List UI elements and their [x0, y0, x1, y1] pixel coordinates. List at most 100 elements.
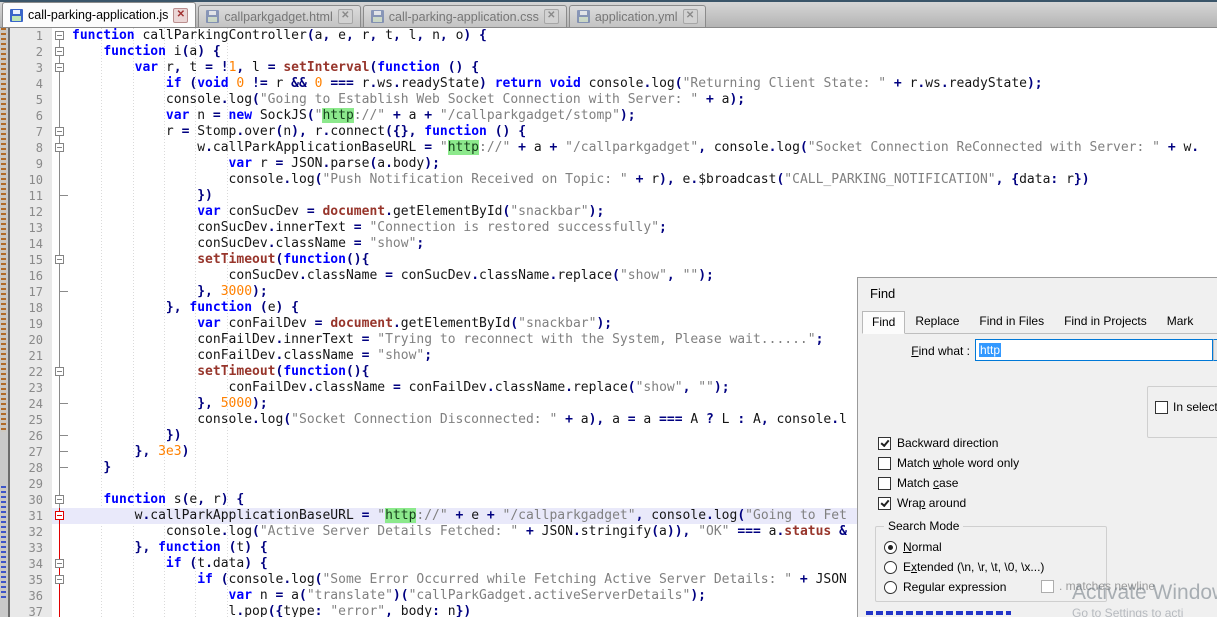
fold-marker[interactable]	[52, 572, 68, 588]
fold-marker[interactable]	[52, 332, 68, 348]
code-text[interactable]: var conSucDev = document.getElementById(…	[68, 204, 1217, 220]
fold-marker[interactable]	[52, 540, 68, 556]
fold-marker[interactable]	[52, 124, 68, 140]
tab-close-icon[interactable]: ✕	[338, 9, 353, 24]
code-text[interactable]: var n = new SockJS("http://" + a + "/cal…	[68, 108, 1217, 124]
fold-marker[interactable]	[52, 300, 68, 316]
checkbox[interactable]	[1155, 401, 1168, 414]
fold-marker[interactable]	[52, 316, 68, 332]
fold-marker[interactable]	[52, 92, 68, 108]
tab-call-parking-application.css[interactable]: call-parking-application.css✕	[363, 5, 567, 27]
search-mode-Extended (\n, \r, \t, \0, \x...)[interactable]: Extended (\n, \r, \t, \0, \x...)	[884, 559, 1044, 575]
code-line[interactable]: 1function callParkingController(a, e, r,…	[10, 28, 1217, 44]
tab-close-icon[interactable]: ✕	[683, 9, 698, 24]
fold-marker[interactable]	[52, 284, 68, 300]
tab-close-icon[interactable]: ✕	[173, 8, 188, 23]
tab-call-parking-application.js[interactable]: call-parking-application.js✕	[2, 2, 196, 27]
search-mode-Regular expression[interactable]: Regular expression	[884, 579, 1044, 595]
fold-marker[interactable]	[52, 28, 68, 44]
find-dialog-tab-Mark[interactable]: Mark	[1157, 310, 1204, 333]
checkbox[interactable]	[878, 437, 891, 450]
code-line[interactable]: 8 w.callParkApplicationBaseURL = "http:/…	[10, 140, 1217, 156]
code-line[interactable]: 2 function i(a) {	[10, 44, 1217, 60]
code-text[interactable]: setTimeout(function(){	[68, 252, 1217, 268]
fold-marker[interactable]	[52, 588, 68, 604]
search-mode-Normal[interactable]: Normal	[884, 539, 1044, 555]
find-dialog-tab-Replace[interactable]: Replace	[905, 310, 969, 333]
fold-marker[interactable]	[52, 380, 68, 396]
code-text[interactable]: r = Stomp.over(n), r.connect({}, functio…	[68, 124, 1217, 140]
find-dialog-tab-Find in Files[interactable]: Find in Files	[969, 310, 1054, 333]
code-text[interactable]: w.callParkApplicationBaseURL = "http://"…	[68, 140, 1217, 156]
code-line[interactable]: 12 var conSucDev = document.getElementBy…	[10, 204, 1217, 220]
code-line[interactable]: 3 var r, t = !1, l = setInterval(functio…	[10, 60, 1217, 76]
fold-marker[interactable]	[52, 428, 68, 444]
code-text[interactable]: })	[68, 188, 1217, 204]
tab-callparkgadget.html[interactable]: callparkgadget.html✕	[198, 5, 360, 27]
radio-button[interactable]	[884, 561, 897, 574]
fold-marker[interactable]	[52, 76, 68, 92]
radio-button[interactable]	[884, 541, 897, 554]
fold-marker[interactable]	[52, 396, 68, 412]
code-text[interactable]: conSucDev.innerText = "Connection is res…	[68, 220, 1217, 236]
tab-application.yml[interactable]: application.yml✕	[569, 5, 706, 27]
fold-marker[interactable]	[52, 252, 68, 268]
tab-close-icon[interactable]: ✕	[544, 9, 559, 24]
find-dialog-tab-Find[interactable]: Find	[862, 311, 905, 334]
checkbox[interactable]	[878, 497, 891, 510]
code-line[interactable]: 4 if (void 0 != r && 0 === r.ws.readySta…	[10, 76, 1217, 92]
fold-marker[interactable]	[52, 188, 68, 204]
fold-marker[interactable]	[52, 508, 68, 524]
fold-marker[interactable]	[52, 140, 68, 156]
code-line[interactable]: 6 var n = new SockJS("http://" + a + "/c…	[10, 108, 1217, 124]
fold-marker[interactable]	[52, 476, 68, 492]
code-text[interactable]: var r = JSON.parse(a.body);	[68, 156, 1217, 172]
checkbox[interactable]	[878, 477, 891, 490]
code-line[interactable]: 14 conSucDev.className = "show";	[10, 236, 1217, 252]
fold-marker[interactable]	[52, 44, 68, 60]
fold-marker[interactable]	[52, 220, 68, 236]
fold-marker[interactable]	[52, 60, 68, 76]
radio-button[interactable]	[884, 581, 897, 594]
option-Match case[interactable]: Match case	[878, 475, 1019, 491]
line-number: 24	[10, 396, 52, 412]
fold-marker[interactable]	[52, 348, 68, 364]
code-text[interactable]: function i(a) {	[68, 44, 1217, 60]
line-number: 22	[10, 364, 52, 380]
code-text[interactable]: conSucDev.className = "show";	[68, 236, 1217, 252]
code-line[interactable]: 7 r = Stomp.over(n), r.connect({}, funct…	[10, 124, 1217, 140]
code-line[interactable]: 5 console.log("Going to Establish Web So…	[10, 92, 1217, 108]
fold-marker[interactable]	[52, 172, 68, 188]
option-Backward direction[interactable]: Backward direction	[878, 435, 1019, 451]
code-line[interactable]: 15 setTimeout(function(){	[10, 252, 1217, 268]
code-line[interactable]: 10 console.log("Push Notification Receiv…	[10, 172, 1217, 188]
fold-marker[interactable]	[52, 108, 68, 124]
find-what-input[interactable]: http	[975, 339, 1213, 361]
fold-marker[interactable]	[52, 556, 68, 572]
fold-marker[interactable]	[52, 412, 68, 428]
code-line[interactable]: 13 conSucDev.innerText = "Connection is …	[10, 220, 1217, 236]
fold-marker[interactable]	[52, 364, 68, 380]
code-text[interactable]: if (void 0 != r && 0 === r.ws.readyState…	[68, 76, 1217, 92]
fold-marker[interactable]	[52, 524, 68, 540]
fold-marker[interactable]	[52, 236, 68, 252]
code-line[interactable]: 9 var r = JSON.parse(a.body);	[10, 156, 1217, 172]
option-Match whole word only[interactable]: Match whole word only	[878, 455, 1019, 471]
code-line[interactable]: 11 })	[10, 188, 1217, 204]
code-text[interactable]: function callParkingController(a, e, r, …	[68, 28, 1217, 44]
checkbox[interactable]	[878, 457, 891, 470]
fold-marker[interactable]	[52, 156, 68, 172]
fold-marker[interactable]	[52, 444, 68, 460]
fold-marker[interactable]	[52, 604, 68, 617]
find-dialog-tab-Find in Projects[interactable]: Find in Projects	[1054, 310, 1157, 333]
fold-marker[interactable]	[52, 204, 68, 220]
code-text[interactable]: var r, t = !1, l = setInterval(function …	[68, 60, 1217, 76]
code-text[interactable]: console.log("Going to Establish Web Sock…	[68, 92, 1217, 108]
fold-marker[interactable]	[52, 460, 68, 476]
code-text[interactable]: console.log("Push Notification Received …	[68, 172, 1217, 188]
fold-marker[interactable]	[52, 492, 68, 508]
option-Wrap around[interactable]: Wrap around	[878, 495, 1019, 511]
fold-marker[interactable]	[52, 268, 68, 284]
find-what-dropdown[interactable]	[1213, 339, 1217, 361]
in-selection-checkbox[interactable]: In selecti	[1155, 400, 1217, 414]
